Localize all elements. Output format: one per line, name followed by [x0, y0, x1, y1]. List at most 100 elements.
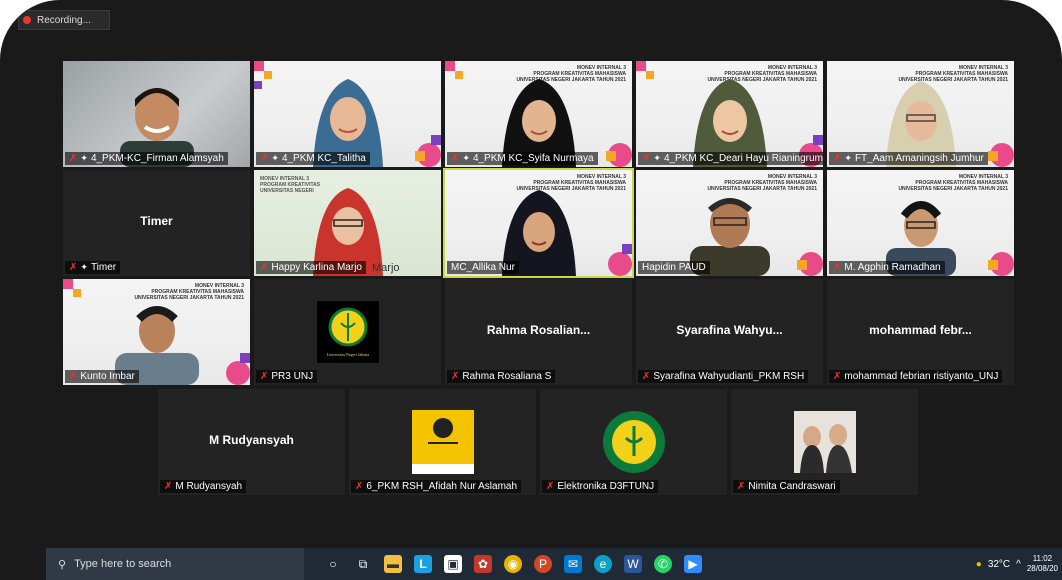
clock-time: 11:02 — [1032, 554, 1053, 563]
mic-muted-icon: ✗ — [833, 262, 842, 273]
video-tile[interactable]: ✗ ✦ 4_PKM KC_Talitha — [254, 61, 441, 167]
mic-muted-icon: ✗ — [260, 262, 269, 273]
powerpoint-icon[interactable]: P — [534, 555, 552, 573]
participant-name-label: ✗ 6_PKM RSH_Afidah Nur Aslamah — [351, 480, 522, 493]
participant-display-name: Rahma Rosalian... — [486, 323, 591, 337]
mic-muted-icon: ✗ — [451, 371, 460, 382]
mic-muted-icon: ✗ — [164, 481, 173, 492]
participant-display-name: M Rudyansyah — [209, 433, 294, 447]
file-explorer-icon[interactable]: ▬ — [384, 555, 402, 573]
pin-icon: ✦ — [844, 153, 852, 163]
participant-name-label: ✗ ✦ Timer — [65, 261, 121, 274]
banner-decoration — [608, 244, 632, 276]
banner-decoration — [445, 61, 463, 79]
video-tile[interactable]: ✗ Elektronika D3FTUNJ — [540, 389, 727, 495]
participant-name-label: ✗ Kunto Imbar — [65, 370, 139, 383]
chevron-up-icon[interactable]: ^ — [1016, 559, 1021, 570]
edge-icon[interactable]: e — [594, 555, 612, 573]
windows-taskbar: ⚲ Type here to search ○ ⧉ ▬ L ▣ ✿ ◉ P ✉ … — [46, 548, 1062, 580]
mail-icon[interactable]: ✉ — [564, 555, 582, 573]
participant-display-name: Syarafina Wahyu... — [676, 323, 783, 337]
participant-name-label: ✗ ✦ 4_PKM-KC_Firman Alamsyah — [65, 152, 228, 165]
chrome-icon[interactable]: ◉ — [504, 555, 522, 573]
system-tray: ● 32°C ^ 11:02 28/08/20 — [976, 548, 1062, 580]
mic-muted-icon: ✗ — [833, 371, 842, 382]
video-tile[interactable]: PEBS FEB UI ✗ 6_PKM RSH_Afidah Nur Aslam… — [349, 389, 536, 495]
pin-icon: ✦ — [653, 153, 661, 163]
video-tile[interactable]: MONEV INTERNAL 3 PROGRAM KREATIVITAS MAHA… — [636, 170, 823, 276]
video-tile[interactable]: Syarafina Wahyu... ✗ Syarafina Wahyudian… — [636, 279, 823, 385]
mic-muted-icon: ✗ — [546, 481, 555, 492]
banner-decoration — [415, 135, 441, 167]
mic-muted-icon: ✗ — [69, 262, 78, 273]
whatsapp-icon[interactable]: ✆ — [654, 555, 672, 573]
cortana-icon[interactable]: ○ — [324, 555, 342, 573]
mic-muted-icon: ✗ — [260, 153, 269, 164]
mic-muted-icon: ✗ — [833, 153, 842, 164]
pebs-logo — [411, 410, 474, 474]
video-tile[interactable]: MONEV INTERNAL 3 PROGRAM KREATIVITAS MAHA… — [827, 61, 1014, 167]
recording-label: Recording... — [37, 14, 91, 26]
banner-decoration — [988, 252, 1014, 276]
participant-name-label: ✗ ✦ 4_PKM KC_Syifa Nurmaya — [447, 152, 598, 165]
zoom-icon[interactable]: ▶ — [684, 555, 702, 573]
mic-muted-icon: ✗ — [69, 371, 78, 382]
clock-date: 28/08/20 — [1026, 564, 1058, 573]
task-view-icon[interactable]: ⧉ — [354, 555, 372, 573]
participant-display-name: mohammad febr... — [869, 323, 972, 337]
participant-name-label: ✗ Elektronika D3FTUNJ — [542, 480, 659, 493]
participant-name-label: ✗ PR3 UNJ — [256, 370, 318, 383]
video-tile[interactable]: MONEV INTERNAL 3 PROGRAM KREATIVITAS MAHA… — [636, 61, 823, 167]
weather-icon[interactable]: ● — [976, 559, 982, 570]
banner-decoration — [254, 61, 272, 89]
video-tile[interactable]: Timer ✗ ✦ Timer — [63, 170, 250, 276]
participant-name-label: ✗ M. Agphin Ramadhan — [829, 261, 945, 274]
app-l-icon[interactable]: L — [414, 555, 432, 573]
mic-muted-icon: ✗ — [451, 153, 460, 164]
participant-name-label: ✗ Happy Karlina Marjo — [256, 261, 366, 274]
pin-icon: ✦ — [462, 153, 470, 163]
video-tile[interactable]: MONEV INTERNAL 3 PROGRAM KREATIVITAS UNIVE… — [254, 170, 441, 276]
participant-photo — [793, 411, 856, 473]
pin-icon: ✦ — [271, 153, 279, 163]
svg-text:Universitas Negeri Jakarta: Universitas Negeri Jakarta — [326, 352, 369, 357]
video-tile[interactable]: ✗ ✦ 4_PKM-KC_Firman Alamsyah — [63, 61, 250, 167]
participant-name-label: ✗ M Rudyansyah — [160, 480, 247, 493]
participant-display-name: Timer — [140, 214, 173, 228]
banner-decoration — [63, 279, 81, 297]
banner-decoration — [226, 353, 250, 385]
participant-name-label: ✗ Nimita Candraswari — [733, 480, 840, 493]
participant-name-label: ✗ Rahma Rosaliana S — [447, 370, 556, 383]
video-tile[interactable]: MONEV INTERNAL 3 PROGRAM KREATIVITAS MAHA… — [63, 279, 250, 385]
mic-muted-icon: ✗ — [642, 153, 651, 164]
taskbar-search-box[interactable]: ⚲ Type here to search — [46, 548, 304, 580]
video-tile[interactable]: mohammad febr... ✗ mohammad febrian rist… — [827, 279, 1014, 385]
clock[interactable]: 11:02 28/08/20 — [1027, 554, 1058, 574]
search-icon: ⚲ — [58, 558, 67, 571]
mic-muted-icon: ✗ — [355, 481, 364, 492]
active-speaker-tile[interactable]: MONEV INTERNAL 3 PROGRAM KREATIVITAS MAHA… — [443, 168, 634, 278]
participant-name-label: ✗ Syarafina Wahyudianti_PKM RSH — [638, 370, 809, 383]
recording-indicator[interactable]: Recording... — [18, 10, 110, 30]
pin-icon: ✦ — [80, 262, 88, 272]
participant-name-label: ✗ ✦ FT_Aam Amaningsih Jumhur — [829, 152, 988, 165]
video-tile[interactable]: MONEV INTERNAL 3 PROGRAM KREATIVITAS MAHA… — [827, 170, 1014, 276]
video-tile[interactable]: Rahma Rosalian... ✗ Rahma Rosaliana S — [445, 279, 632, 385]
participant-name-label: MC_Allika Nur — [447, 261, 519, 274]
video-tile[interactable]: MONEV INTERNAL 3 PROGRAM KREATIVITAS MAHA… — [445, 61, 632, 167]
participant-name-label: Hapidin PAUD — [638, 261, 710, 274]
app-red-icon[interactable]: ✿ — [474, 555, 492, 573]
mic-muted-icon: ✗ — [260, 371, 269, 382]
video-tile[interactable]: M Rudyansyah ✗ M Rudyansyah — [158, 389, 345, 495]
mic-muted-icon: ✗ — [737, 481, 746, 492]
participant-name-label: ✗ mohammad febrian ristiyanto_UNJ — [829, 370, 1003, 383]
unj-logo: Universitas Negeri Jakarta — [316, 301, 379, 363]
temperature-label[interactable]: 32°C — [988, 559, 1010, 570]
video-overlay-text: Marjo — [372, 262, 400, 274]
mic-muted-icon: ✗ — [69, 153, 78, 164]
video-tile[interactable]: Universitas Negeri Jakarta ✗ PR3 UNJ — [254, 279, 441, 385]
record-dot-icon — [23, 16, 31, 24]
word-icon[interactable]: W — [624, 555, 642, 573]
video-tile[interactable]: ✗ Nimita Candraswari — [731, 389, 918, 495]
store-icon[interactable]: ▣ — [444, 555, 462, 573]
